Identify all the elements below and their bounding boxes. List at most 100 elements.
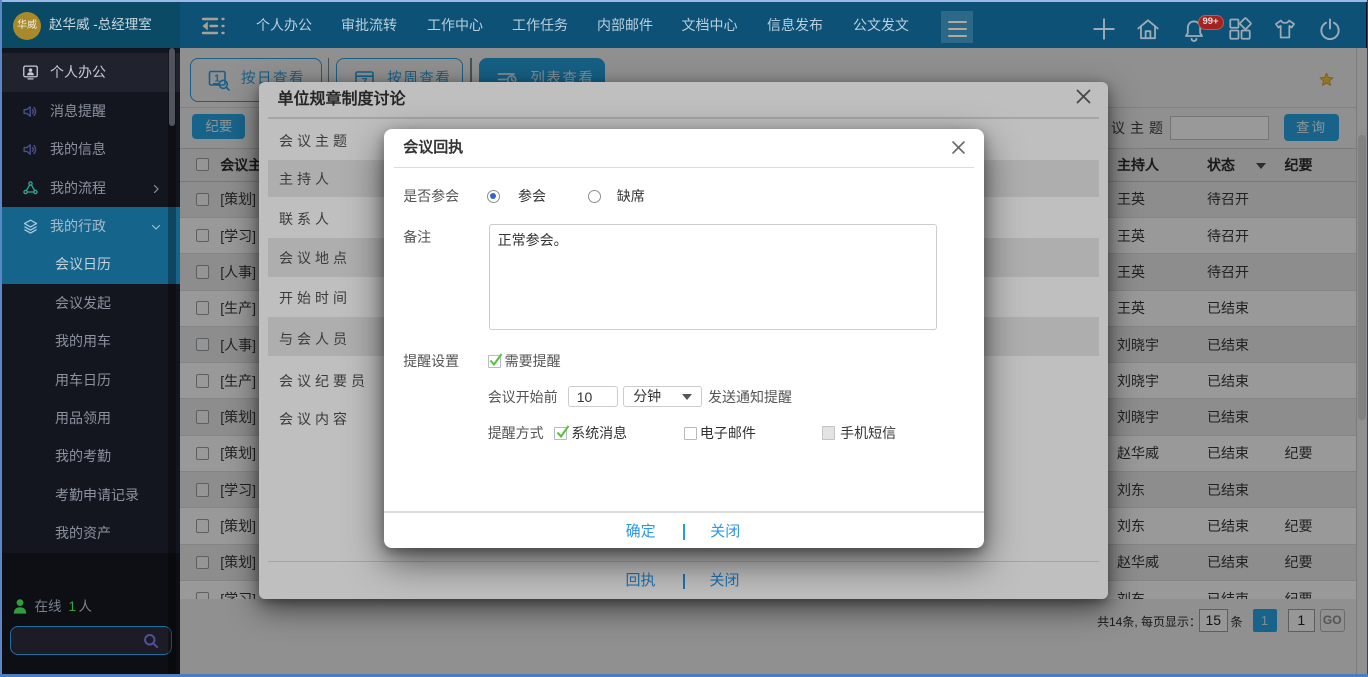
logout-power-icon[interactable] bbox=[1317, 16, 1343, 42]
notification-badge: 99+ bbox=[1198, 15, 1224, 30]
close-icon[interactable] bbox=[951, 140, 966, 160]
nav-item-internal-mail[interactable]: 内部邮件 bbox=[582, 2, 668, 48]
online-label: 在线 bbox=[35, 595, 62, 619]
unit-select-value: 分钟 bbox=[633, 387, 661, 406]
more-menu-button[interactable] bbox=[941, 11, 973, 43]
nav-item-work-tasks[interactable]: 工作任务 bbox=[497, 2, 583, 48]
confirm-button[interactable]: 确定 bbox=[626, 521, 656, 543]
sidebar-item-my-assets[interactable]: 我的资产 bbox=[2, 514, 180, 552]
checkbox-email[interactable] bbox=[684, 427, 697, 440]
dialog-title: 会议回执 bbox=[403, 129, 463, 167]
select-caret-icon bbox=[682, 394, 692, 400]
dialog-footer-divider bbox=[384, 511, 984, 513]
sidebar-item-meeting-initiate[interactable]: 会议发起 bbox=[2, 284, 180, 322]
window-border-top bbox=[0, 0, 1368, 2]
checkbox-sms[interactable] bbox=[822, 426, 836, 440]
sidebar-scrollbar-track[interactable] bbox=[168, 48, 176, 674]
need-remind-label[interactable]: 需要提醒 bbox=[505, 351, 561, 371]
sidebar-item-my-car[interactable]: 我的用车 bbox=[2, 322, 180, 360]
sidebar-item-label: 我的资产 bbox=[55, 514, 111, 552]
chevron-down-icon bbox=[150, 220, 162, 232]
apps-grid-icon[interactable] bbox=[1227, 16, 1253, 42]
close-button[interactable]: 关闭 bbox=[710, 521, 740, 543]
app-window: 华威 赵华威 -总经理室 个人办公 审批流转 工作中心 工作任务 内部邮件 文档… bbox=[0, 0, 1368, 677]
remind-method-label: 提醒方式 bbox=[488, 423, 544, 443]
sidebar-collapse-icon[interactable] bbox=[201, 17, 227, 35]
nav-item-approval-flow[interactable]: 审批流转 bbox=[326, 2, 412, 48]
add-icon[interactable] bbox=[1091, 16, 1117, 42]
hamburger-icon-line bbox=[948, 21, 967, 23]
sidebar-item-attendance-records[interactable]: 考勤申请记录 bbox=[2, 476, 180, 514]
sidebar-item-my-workflow[interactable]: 我的流程 bbox=[2, 169, 180, 207]
sidebar-item-my-attendance[interactable]: 我的考勤 bbox=[2, 437, 180, 475]
speaker-icon bbox=[22, 141, 39, 158]
topbar: 华威 赵华威 -总经理室 个人办公 审批流转 工作中心 工作任务 内部邮件 文档… bbox=[2, 2, 1366, 48]
radio-attend-no-label[interactable]: 缺席 bbox=[617, 186, 645, 206]
sidebar-item-label: 考勤申请记录 bbox=[55, 476, 139, 514]
minutes-before-input[interactable] bbox=[568, 386, 618, 407]
checkbox-system-message[interactable] bbox=[554, 427, 567, 440]
sidebar-item-meeting-calendar[interactable]: 会议日历 bbox=[2, 245, 180, 283]
window-border-left bbox=[0, 0, 2, 677]
sidebar-item-car-calendar[interactable]: 用车日历 bbox=[2, 361, 180, 399]
hamburger-icon-line bbox=[948, 28, 967, 30]
online-unit: 人 bbox=[79, 595, 93, 619]
footer-separator bbox=[683, 524, 685, 540]
layers-icon bbox=[22, 218, 39, 235]
nav-item-official-docs[interactable]: 公文发文 bbox=[838, 2, 924, 48]
meeting-receipt-dialog: 会议回执 是否参会 参会 缺席 备注 正常参会。 提醒设置 需要提醒 会议开始前… bbox=[384, 129, 984, 548]
sidebar-item-label: 我的考勤 bbox=[55, 437, 111, 475]
send-notice-label: 发送通知提醒 bbox=[708, 387, 792, 407]
sidebar-item-my-admin[interactable]: 我的行政 bbox=[2, 207, 180, 245]
unit-select[interactable]: 分钟 bbox=[623, 386, 702, 407]
checkbox-need-remind[interactable] bbox=[488, 355, 501, 368]
workflow-icon bbox=[22, 180, 39, 197]
sidebar-item-label: 用车日历 bbox=[55, 361, 111, 399]
sidebar-item-label: 消息提醒 bbox=[50, 92, 106, 130]
sidebar-item-label: 会议发起 bbox=[55, 284, 111, 322]
sms-label[interactable]: 手机短信 bbox=[840, 423, 896, 443]
email-label[interactable]: 电子邮件 bbox=[700, 423, 756, 443]
online-count: 1 bbox=[69, 595, 77, 619]
remark-textarea[interactable]: 正常参会。 bbox=[489, 224, 938, 330]
chevron-right-icon bbox=[150, 182, 162, 194]
sidebar-item-label: 会议日历 bbox=[55, 245, 111, 283]
search-icon[interactable] bbox=[142, 632, 160, 650]
radio-dot bbox=[490, 193, 496, 199]
dialog-header-divider bbox=[394, 167, 974, 169]
sidebar-scrollbar-thumb[interactable] bbox=[169, 48, 175, 126]
avatar[interactable]: 华威 bbox=[13, 12, 41, 40]
home-icon[interactable] bbox=[1135, 16, 1161, 42]
sidebar-search-box[interactable] bbox=[10, 626, 172, 655]
sidebar-item-label: 我的流程 bbox=[50, 169, 106, 207]
sidebar-item-supplies[interactable]: 用品领用 bbox=[2, 399, 180, 437]
theme-shirt-icon[interactable] bbox=[1272, 16, 1298, 42]
sidebar-item-message-remind[interactable]: 消息提醒 bbox=[2, 92, 180, 130]
before-label: 会议开始前 bbox=[488, 387, 558, 407]
online-user-icon bbox=[12, 598, 28, 615]
system-message-label[interactable]: 系统消息 bbox=[571, 423, 627, 443]
radio-attend-yes-label[interactable]: 参会 bbox=[518, 186, 546, 206]
attend-label: 是否参会 bbox=[403, 186, 459, 206]
radio-attend-yes[interactable] bbox=[487, 190, 500, 203]
hamburger-icon-line bbox=[948, 35, 967, 37]
sidebar-item-label: 用品领用 bbox=[55, 399, 111, 437]
sidebar-item-personal-office[interactable]: 个人办公 bbox=[2, 53, 180, 91]
nav-item-personal-office[interactable]: 个人办公 bbox=[241, 2, 327, 48]
speaker-icon bbox=[22, 103, 39, 120]
remark-label: 备注 bbox=[403, 227, 431, 247]
nav-item-document-center[interactable]: 文档中心 bbox=[667, 2, 753, 48]
sidebar-item-label: 我的行政 bbox=[50, 207, 106, 245]
user-monitor-icon bbox=[22, 64, 39, 81]
sidebar-item-my-info[interactable]: 我的信息 bbox=[2, 130, 180, 168]
sidebar: 个人办公 消息提醒 我的信息 bbox=[2, 48, 180, 674]
sidebar-item-label: 我的用车 bbox=[55, 322, 111, 360]
nav-item-work-center[interactable]: 工作中心 bbox=[412, 2, 498, 48]
user-name: 赵华威 -总经理室 bbox=[49, 2, 152, 48]
radio-attend-no[interactable] bbox=[588, 190, 601, 203]
sidebar-item-label: 我的信息 bbox=[50, 130, 106, 168]
online-status: 在线 1 人 bbox=[2, 595, 180, 619]
topbar-user-section: 华威 赵华威 -总经理室 bbox=[2, 2, 180, 48]
remind-settings-label: 提醒设置 bbox=[403, 351, 459, 371]
nav-item-info-publish[interactable]: 信息发布 bbox=[752, 2, 838, 48]
